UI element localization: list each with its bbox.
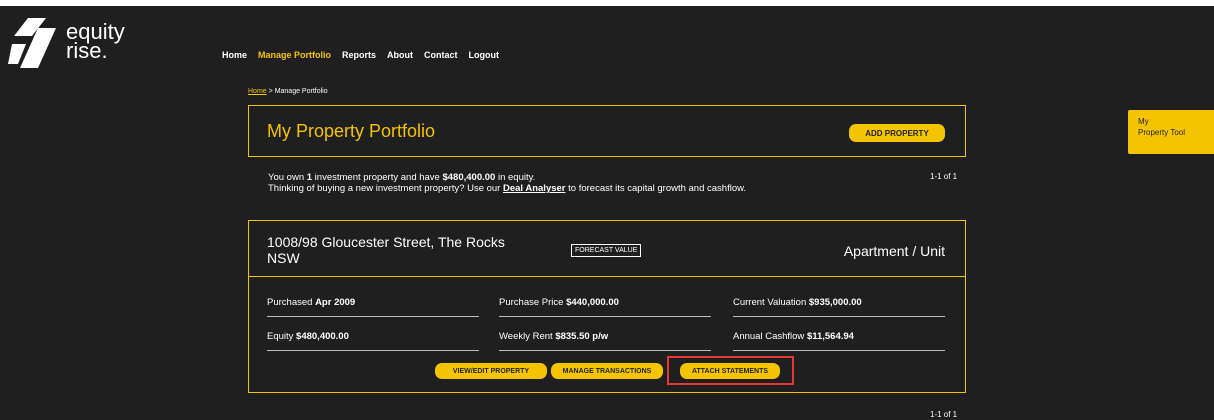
- main-nav: Home Manage Portfolio Reports About Cont…: [222, 50, 499, 60]
- forecast-value-badge[interactable]: FORECAST VALUE: [571, 244, 642, 257]
- manage-transactions-button[interactable]: MANAGE TRANSACTIONS: [551, 363, 663, 379]
- weekly-rent-field: Weekly Rent $835.50 p/w: [499, 331, 711, 351]
- equity-field: Equity $480,400.00: [267, 331, 479, 351]
- annual-cashflow-field: Annual Cashflow $11,564.94: [733, 331, 945, 351]
- property-card-header: 1008/98 Gloucester Street, The Rocks NSW…: [249, 221, 965, 277]
- equity-rise-logo-icon: [8, 18, 56, 68]
- add-property-button[interactable]: ADD PROPERTY: [849, 124, 945, 142]
- nav-home[interactable]: Home: [222, 50, 247, 60]
- page-title: My Property Portfolio: [267, 121, 436, 141]
- attach-statements-highlight: [667, 356, 794, 385]
- breadcrumb-current: Manage Portfolio: [274, 88, 328, 95]
- purchased-field: Purchased Apr 2009: [267, 297, 479, 317]
- nav-contact[interactable]: Contact: [424, 50, 458, 60]
- my-property-tool-tab[interactable]: My Property Tool: [1128, 110, 1214, 154]
- breadcrumb-separator: >: [268, 88, 273, 95]
- view-edit-property-button[interactable]: VIEW/EDIT PROPERTY: [435, 363, 547, 379]
- brand-name: equity rise.: [66, 19, 125, 63]
- brand-logo[interactable]: equity rise.: [8, 16, 128, 74]
- summary-line1: You own 1 investment property and have $…: [268, 172, 536, 183]
- property-address: 1008/98 Gloucester Street, The Rocks NSW: [267, 234, 505, 266]
- top-strip: [0, 0, 1214, 6]
- nav-reports[interactable]: Reports: [342, 50, 376, 60]
- property-card: 1008/98 Gloucester Street, The Rocks NSW…: [248, 220, 966, 393]
- nav-manage-portfolio[interactable]: Manage Portfolio: [258, 50, 331, 60]
- current-valuation-field: Current Valuation $935,000.00: [733, 297, 945, 317]
- breadcrumb: Home > Manage Portfolio: [248, 88, 328, 95]
- side-tab-line2: Property Tool: [1138, 128, 1185, 137]
- portfolio-header: My Property Portfolio ADD PROPERTY: [248, 105, 966, 157]
- deal-analyser-link[interactable]: Deal Analyser: [503, 183, 566, 194]
- nav-about[interactable]: About: [387, 50, 413, 60]
- total-equity: $480,400.00: [442, 172, 496, 183]
- summary-line2: Thinking of buying a new investment prop…: [268, 183, 747, 194]
- portfolio-summary: You own 1 investment property and have $…: [268, 172, 828, 194]
- pagination-top: 1-1 of 1: [930, 172, 958, 181]
- breadcrumb-home[interactable]: Home: [248, 88, 267, 95]
- purchase-price-field: Purchase Price $440,000.00: [499, 297, 711, 317]
- property-type: Apartment / Unit: [843, 243, 945, 259]
- side-tab-line1: My: [1138, 117, 1149, 126]
- nav-logout[interactable]: Logout: [469, 50, 500, 60]
- pagination-bottom: 1-1 of 1: [930, 410, 958, 419]
